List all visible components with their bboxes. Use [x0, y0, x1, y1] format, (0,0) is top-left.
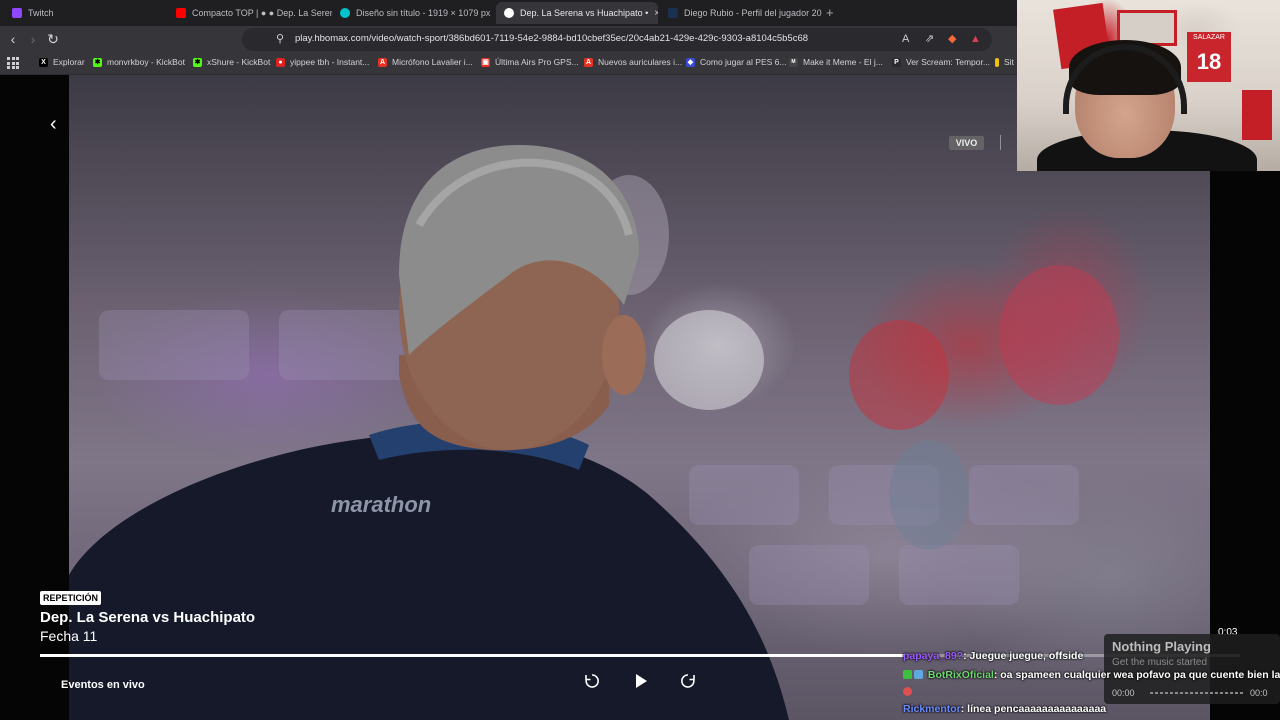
bookmark-icon — [995, 57, 999, 67]
url-text[interactable]: play.hbomax.com/video/watch-sport/386bd6… — [295, 33, 808, 44]
tab-label: Diego Rubio - Perfil del jugador 202 — [684, 8, 822, 18]
brave-shield-icon[interactable]: ◆ — [948, 31, 956, 48]
bot-badge-icon — [914, 670, 923, 679]
emote-icon — [903, 687, 912, 696]
tab-youtube[interactable]: Compacto TOP | ● ● Dep. La Seren — [168, 2, 332, 24]
chat-message: Rickmentor: línea pencaaaaaaaaaaaaaaa — [903, 703, 1106, 715]
bookmark-item[interactable]: ◆ Como jugar al PES 6... — [686, 57, 786, 67]
hbomax-icon — [504, 8, 514, 18]
tab-transfermarkt[interactable]: Diego Rubio - Perfil del jugador 202 — [660, 2, 822, 24]
bookmark-item[interactable]: A Micrófono Lavalier i... — [378, 57, 473, 67]
divider — [1000, 135, 1001, 150]
canva-icon — [340, 8, 350, 18]
chat-username: papaya_89? — [903, 650, 964, 662]
music-elapsed: 00:00 — [1112, 688, 1135, 698]
tab-label: Diseño sin título - 1919 × 1079 px — [356, 8, 491, 18]
rewards-icon[interactable]: ▲ — [970, 31, 981, 48]
wall-poster — [1242, 90, 1272, 140]
address-bar[interactable]: ⚲ play.hbomax.com/video/watch-sport/386b… — [242, 28, 992, 51]
live-events-button[interactable]: Eventos en vivo — [61, 679, 145, 691]
music-subtitle: Get the music started — [1112, 657, 1208, 668]
chat-text: : Juegue juegue, offside — [963, 650, 1084, 662]
tab-canva[interactable]: Diseño sin título - 1919 × 1079 px — [332, 2, 496, 24]
tab-hbomax[interactable]: Dep. La Serena vs Huachipato • × — [496, 2, 658, 24]
bookmark-item[interactable]: ✱ monvrkboy - KickBot — [93, 57, 185, 67]
share-icon[interactable]: ⇗ — [925, 31, 934, 48]
verified-badge-icon — [903, 670, 912, 679]
music-end: 00:0 — [1250, 688, 1268, 698]
video-title: Dep. La Serena vs Huachipato — [40, 609, 256, 626]
play-icon[interactable] — [628, 672, 652, 696]
bookmark-item[interactable]: Sit — [995, 57, 1014, 67]
video-subtitle: Fecha 11 — [40, 628, 98, 644]
twitch-icon — [12, 8, 22, 18]
translate-icon[interactable]: A — [902, 31, 909, 48]
webcam-overlay: 18 SALAZAR — [1017, 0, 1280, 171]
bookmark-item[interactable]: ● yippee tbh - Instant... — [276, 57, 369, 67]
shop-icon: ▣ — [481, 57, 490, 67]
p-icon: P — [892, 57, 901, 67]
tab-label: Twitch — [28, 8, 54, 18]
close-tab-icon[interactable]: × — [654, 8, 658, 19]
bookmark-item[interactable]: P Ver Scream: Tempor... — [892, 57, 990, 67]
forward-icon[interactable]: › — [24, 30, 42, 48]
video-player[interactable]: marathon ‹ VIVO REPETICIÓN Dep. La Seren… — [0, 75, 1280, 720]
music-title: Nothing Playing — [1112, 639, 1211, 654]
kick-icon: ✱ — [93, 57, 102, 67]
apps-grid-icon[interactable] — [7, 57, 19, 69]
jersey-name: SALAZAR — [1193, 34, 1225, 41]
aliexpress-icon: A — [584, 57, 593, 67]
bookmark-item[interactable]: A Nuevos auriculares i... — [584, 57, 682, 67]
tab-twitch[interactable]: Twitch — [4, 2, 168, 24]
chat-text: : oa spameen cualquier wea pofavo pa que… — [993, 669, 1280, 681]
youtube-icon — [176, 8, 186, 18]
site-info-icon[interactable]: ⚲ — [276, 31, 284, 48]
chat-message: BotRixOficial: oa spameen cualquier wea … — [903, 669, 1280, 681]
chat-message: papaya_89?: Juegue juegue, offside — [903, 650, 1083, 662]
tab-label: Compacto TOP | ● ● Dep. La Seren — [192, 8, 332, 18]
music-progress — [1150, 692, 1244, 694]
chat-message — [903, 686, 914, 698]
chat-username: Rickmentor — [903, 703, 961, 715]
forward-skip-icon[interactable] — [676, 672, 700, 696]
jersey-number: 18 — [1196, 49, 1222, 74]
live-badge[interactable]: VIVO — [949, 136, 984, 150]
meme-icon: M — [789, 57, 798, 67]
bookmark-item[interactable]: ▣ Última Airs Pro GPS... — [481, 57, 579, 67]
player-back-icon[interactable]: ‹ — [50, 113, 57, 136]
bookmark-item[interactable]: ✱ xShure - KickBot — [193, 57, 270, 67]
instant-icon: ● — [276, 57, 285, 67]
aliexpress-icon: A — [378, 57, 387, 67]
chat-username: BotRixOficial — [927, 669, 994, 681]
new-tab-button[interactable]: + — [826, 5, 834, 20]
reload-icon[interactable]: ↻ — [44, 30, 62, 48]
x-icon: X — [39, 57, 48, 67]
transfermarkt-icon — [668, 8, 678, 18]
tab-label: Dep. La Serena vs Huachipato • — [520, 8, 649, 18]
progress-fill — [40, 654, 904, 657]
bookmark-item[interactable]: X Explorar — [39, 57, 85, 67]
bookmark-item[interactable]: M Make it Meme - El j... — [789, 57, 883, 67]
back-icon[interactable]: ‹ — [4, 30, 22, 48]
kick-icon: ✱ — [193, 57, 202, 67]
rewind-icon[interactable] — [580, 672, 604, 696]
shield-icon: ◆ — [686, 57, 695, 67]
jacket-brand-text: marathon — [331, 492, 431, 517]
video-info: REPETICIÓN Dep. La Serena vs Huachipato … — [40, 588, 255, 644]
chat-text: : línea pencaaaaaaaaaaaaaaa — [960, 703, 1107, 715]
replay-badge: REPETICIÓN — [40, 591, 102, 605]
